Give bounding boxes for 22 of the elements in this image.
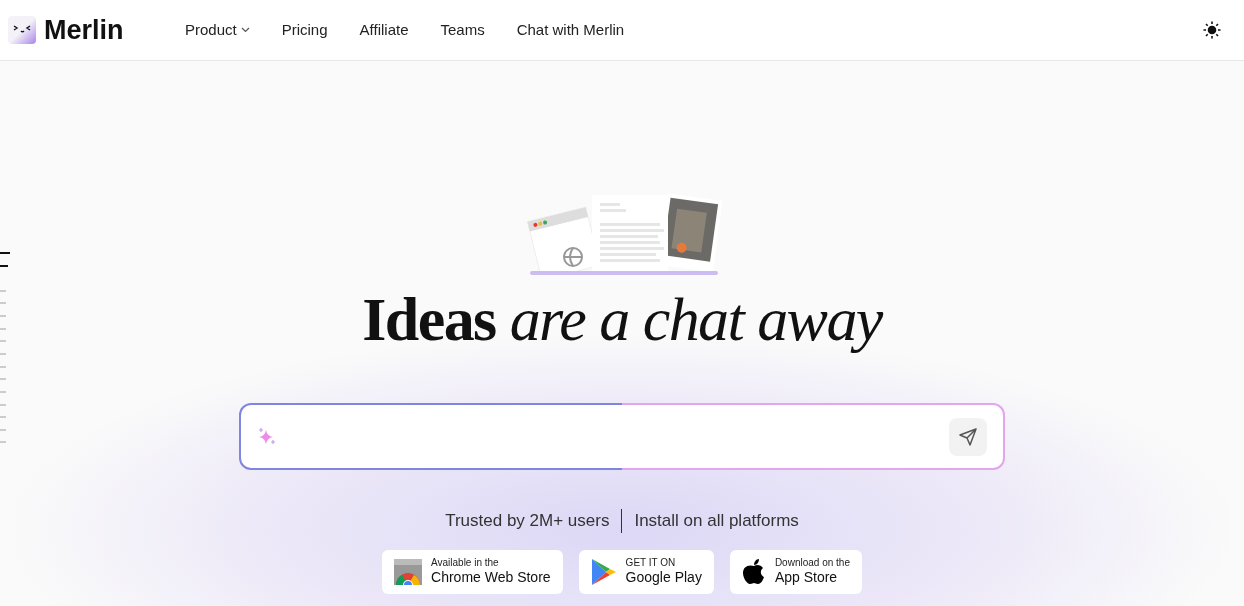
product-menu-link[interactable]: Product <box>185 18 250 42</box>
apple-icon <box>741 557 766 586</box>
nav-link[interactable]: Affiliate <box>359 18 409 42</box>
send-button[interactable] <box>949 417 987 456</box>
nav-link[interactable]: Pricing <box>281 18 328 42</box>
nav-link[interactable]: Chat with Merlin <box>516 18 625 42</box>
chevron-down-icon <box>240 27 250 33</box>
install-text: Install on all platforms <box>633 510 799 532</box>
store-badge-button[interactable]: Download on the App Store <box>729 549 862 594</box>
store-badge-button[interactable]: GET IT ON Google Play <box>578 549 714 594</box>
logo-icon[interactable] <box>8 16 36 44</box>
trust-text: Trusted by 2M+ users <box>445 510 611 532</box>
chat-input-field[interactable] <box>239 403 1005 470</box>
send-icon <box>958 426 978 447</box>
play-store-icon <box>590 557 617 586</box>
nav-link[interactable]: Teams <box>440 18 485 42</box>
logo-text[interactable]: Merlin <box>44 9 124 51</box>
sparkle-icon <box>257 426 277 447</box>
store-badge-button[interactable]: Available in the Chrome Web Store <box>382 549 563 594</box>
theme-toggle-sun-icon[interactable] <box>1203 21 1221 39</box>
hero-heading: Ideas are a chat away <box>362 284 882 355</box>
chrome-store-icon <box>394 558 423 585</box>
